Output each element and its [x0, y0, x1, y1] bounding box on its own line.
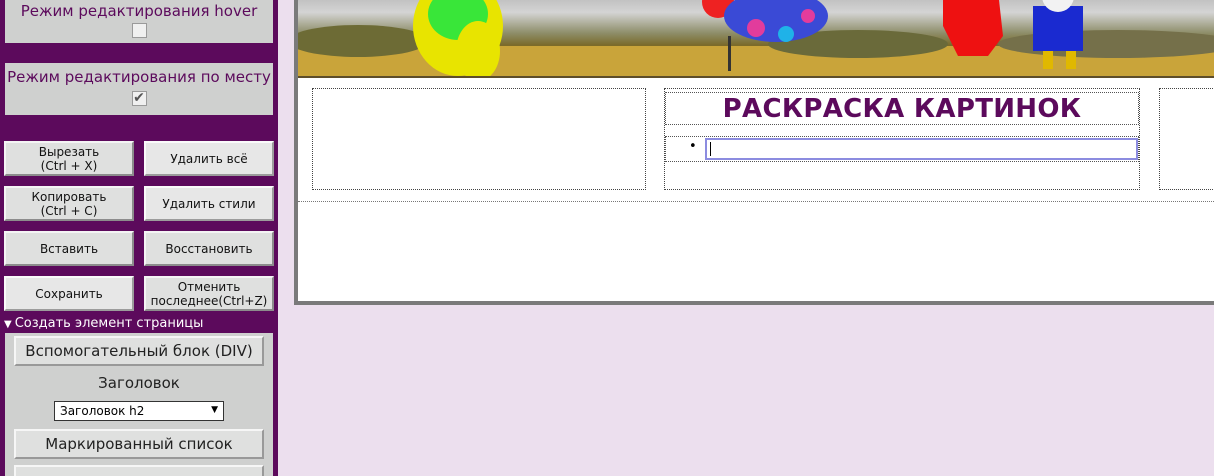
- cartoon-banner-illustration: [298, 0, 1214, 78]
- inplace-mode-label: Режим редактирования по месту: [7, 68, 271, 86]
- right-column-block[interactable]: [1159, 88, 1214, 190]
- text-caret: [710, 142, 711, 156]
- copy-button[interactable]: Копировать (Ctrl + C): [4, 186, 134, 221]
- create-element-area: Вспомогательный блок (DIV) Заголовок Заг…: [5, 333, 273, 476]
- list-item-input[interactable]: [705, 138, 1138, 160]
- hover-mode-label: Режим редактирования hover: [20, 2, 258, 20]
- inplace-mode-box: Режим редактирования по месту ✔: [5, 63, 273, 115]
- create-element-toggle[interactable]: ▼ Создать элемент страницы: [4, 316, 203, 333]
- add-element-button-partial[interactable]: [14, 465, 264, 476]
- undo-button[interactable]: Отменить последнее(Ctrl+Z): [144, 276, 274, 311]
- add-div-button[interactable]: Вспомогательный блок (DIV): [14, 336, 264, 366]
- create-element-label: Создать элемент страницы: [14, 316, 204, 331]
- page-canvas: РАСКРАСКА КАРТИНОК •: [294, 0, 1214, 305]
- restore-button[interactable]: Восстановить: [144, 231, 274, 266]
- heading-level-select[interactable]: Заголовок h2 ▼: [54, 401, 224, 421]
- hover-mode-checkbox[interactable]: [131, 23, 147, 38]
- bullet-marker: •: [689, 139, 697, 154]
- left-column-block[interactable]: [312, 88, 646, 190]
- page-title-heading[interactable]: РАСКРАСКА КАРТИНОК: [665, 92, 1139, 125]
- save-button[interactable]: Сохранить: [4, 276, 134, 311]
- heading-select-value: Заголовок h2: [60, 404, 145, 418]
- hover-mode-box: Режим редактирования hover: [5, 0, 273, 43]
- delete-styles-button[interactable]: Удалить стили: [144, 186, 274, 221]
- check-icon: ✔: [133, 90, 145, 106]
- add-bullet-list-button[interactable]: Маркированный список: [14, 429, 264, 459]
- triangle-down-icon: ▼: [4, 319, 12, 330]
- paste-button[interactable]: Вставить: [4, 231, 134, 266]
- banner-image: [298, 0, 1214, 78]
- delete-all-button[interactable]: Удалить всё: [144, 141, 274, 176]
- inplace-mode-checkbox[interactable]: ✔: [131, 90, 147, 106]
- heading-label: Заголовок: [98, 374, 180, 392]
- bullet-list-block[interactable]: •: [665, 136, 1139, 162]
- editable-content-area: РАСКРАСКА КАРТИНОК •: [298, 78, 1214, 202]
- editor-panel: Режим редактирования hover Режим редакти…: [0, 0, 278, 476]
- cut-button[interactable]: Вырезать (Ctrl + X): [4, 141, 134, 176]
- dropdown-arrow-icon: ▼: [211, 405, 218, 415]
- center-column-block[interactable]: РАСКРАСКА КАРТИНОК •: [664, 88, 1140, 190]
